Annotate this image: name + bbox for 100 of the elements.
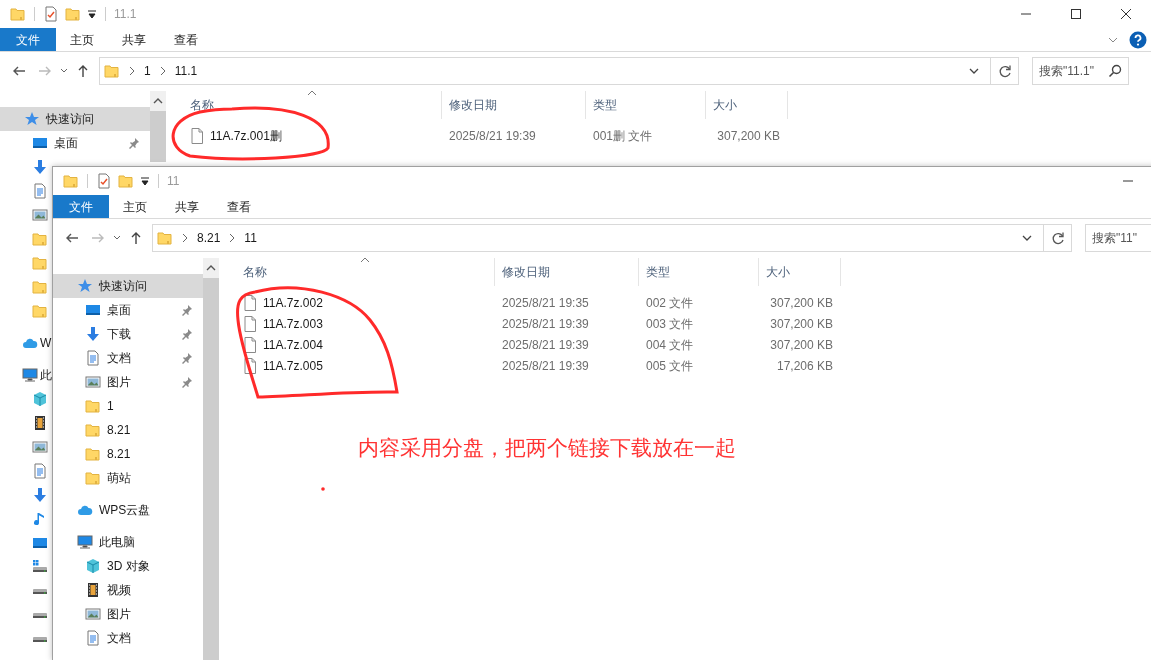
folder-icon	[32, 231, 48, 247]
table-cell-text: 001删 文件	[592, 127, 654, 145]
breadcrumb-item[interactable]: 8.21	[197, 229, 221, 247]
folder-icon	[85, 398, 101, 414]
breadcrumb-item[interactable]: 11	[244, 229, 257, 247]
column-header[interactable]: 类型	[586, 91, 706, 119]
star-icon	[24, 111, 40, 127]
search-field[interactable]: 搜索"11"	[1085, 224, 1151, 252]
table-cell-text: 003 文件	[645, 315, 695, 333]
table-cell-text: 2025/8/21 19:35	[501, 294, 590, 312]
refresh-button[interactable]	[991, 57, 1019, 85]
ribbon-tab[interactable]: 共享	[108, 28, 160, 51]
table-cell-text: 307,200 KB	[769, 294, 834, 312]
desktop-icon	[85, 302, 101, 318]
file-name[interactable]: 11A.7z.001删	[210, 126, 282, 145]
sidebar-item[interactable]: 3D 对象	[53, 554, 203, 578]
close-icon	[1120, 8, 1132, 20]
ribbon-tab[interactable]: 主页	[109, 195, 161, 218]
folder-icon	[32, 279, 48, 295]
column-header[interactable]: 名称	[219, 258, 495, 286]
window-title: 11	[167, 173, 180, 190]
column-header[interactable]: 类型	[639, 258, 759, 286]
address-bar[interactable]: 8.21 11	[152, 224, 1044, 252]
scrollbar[interactable]	[150, 91, 166, 162]
scroll-up-icon[interactable]	[206, 264, 216, 272]
address-bar[interactable]: 1 11.1	[99, 57, 991, 85]
help-icon[interactable]	[1129, 30, 1147, 49]
computer-icon	[77, 534, 93, 550]
refresh-button[interactable]	[1044, 224, 1072, 252]
sidebar-item[interactable]: 快速访问	[53, 274, 203, 298]
ribbon-tab[interactable]: 查看	[213, 195, 265, 218]
folder-icon	[157, 230, 173, 246]
sidebar-item[interactable]: 8.21	[53, 442, 203, 466]
sidebar-label[interactable]: W	[40, 334, 52, 352]
sidebar-item[interactable]: 文档	[53, 626, 203, 650]
file-icon	[243, 336, 257, 353]
scroll-up-icon[interactable]	[153, 97, 163, 105]
chevron-right-icon	[181, 233, 189, 243]
folder-icon	[104, 63, 120, 79]
picture-icon	[85, 606, 101, 622]
file-name[interactable]: 11A.7z.005	[263, 356, 323, 375]
file-name[interactable]: 11A.7z.003	[263, 314, 323, 333]
ribbon-tab[interactable]: 共享	[161, 195, 213, 218]
file-icon	[243, 315, 257, 332]
sidebar-item[interactable]: WPS云盘	[53, 498, 203, 522]
properties-icon[interactable]	[96, 173, 112, 189]
desktop-icon	[32, 535, 48, 551]
sidebar-item[interactable]: 桌面	[53, 298, 203, 322]
ribbon-tab[interactable]: 主页	[56, 28, 108, 51]
folder-icon	[85, 422, 101, 438]
window-title: 11.1	[114, 6, 137, 23]
sidebar-label[interactable]: 此	[40, 366, 52, 384]
ribbon-tab[interactable]: 查看	[160, 28, 212, 51]
properties-icon[interactable]	[43, 6, 59, 22]
sidebar-item[interactable]: 快速访问	[0, 107, 150, 131]
document-icon	[32, 183, 48, 199]
sidebar-item[interactable]: 视频	[53, 578, 203, 602]
dropdown-icon[interactable]	[140, 176, 150, 186]
table-cell-text: 307,200 KB	[769, 336, 834, 354]
file-icon	[243, 294, 257, 311]
sidebar-item[interactable]: 文档	[53, 346, 203, 370]
cube-icon	[32, 391, 48, 407]
breadcrumb-item[interactable]: 1	[144, 62, 151, 80]
document-icon	[32, 463, 48, 479]
column-header[interactable]: 大小	[706, 91, 788, 119]
folder-icon	[32, 303, 48, 319]
sidebar-item[interactable]: 1	[53, 394, 203, 418]
maximize-icon	[1070, 8, 1082, 20]
down-arrow-icon	[32, 159, 48, 175]
sidebar-item[interactable]: 图片	[53, 370, 203, 394]
dropdown-icon[interactable]	[87, 9, 97, 19]
breadcrumb-item[interactable]: 11.1	[174, 62, 198, 80]
table-cell-text: 2025/8/21 19:39	[501, 336, 590, 354]
column-header[interactable]: 修改日期	[442, 91, 586, 119]
sidebar-item[interactable]: 8.21	[53, 418, 203, 442]
sidebar-item[interactable]: 此电脑	[53, 530, 203, 554]
table-cell-text: 17,206 KB	[775, 357, 834, 375]
search-field[interactable]: 搜索"11.1"	[1032, 57, 1129, 85]
file-name[interactable]: 11A.7z.002	[263, 293, 323, 312]
sidebar-item[interactable]: 桌面	[0, 131, 150, 155]
chevron-right-icon	[128, 66, 136, 76]
file-menu-button[interactable]: 文件	[53, 195, 109, 218]
sidebar-item[interactable]: 图片	[53, 602, 203, 626]
desktop-icon	[32, 135, 48, 151]
table-cell-text: 002 文件	[645, 294, 695, 312]
column-header[interactable]: 修改日期	[495, 258, 639, 286]
annotation-text: 内容采用分盘，把两个链接下载放在一起	[358, 435, 736, 461]
sidebar-item[interactable]: 下载	[53, 322, 203, 346]
scrollbar-thumb[interactable]	[150, 111, 166, 162]
picture-icon	[32, 439, 48, 455]
file-name[interactable]: 11A.7z.004	[263, 335, 323, 354]
column-header[interactable]: 大小	[759, 258, 841, 286]
cube-icon	[85, 558, 101, 574]
sidebar-item[interactable]: 萌站	[53, 466, 203, 490]
document-icon	[85, 350, 101, 366]
picture-icon	[85, 374, 101, 390]
picture-icon	[32, 207, 48, 223]
down-arrow-icon	[85, 326, 101, 342]
file-menu-button[interactable]: 文件	[0, 28, 56, 51]
search-icon	[1108, 64, 1122, 78]
